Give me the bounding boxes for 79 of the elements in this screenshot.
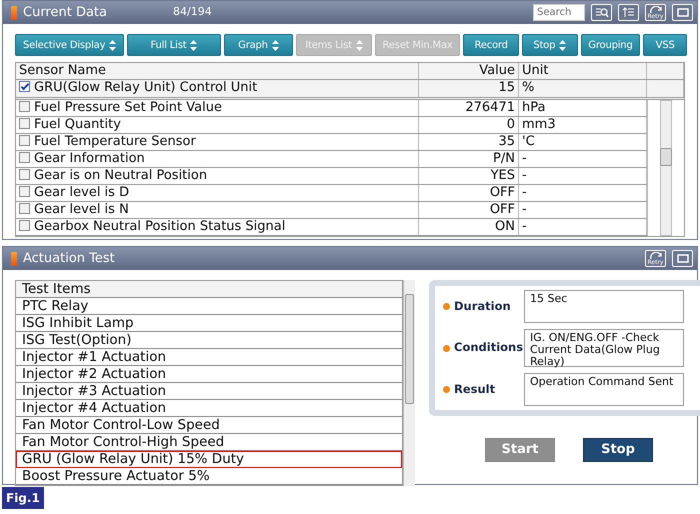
- toolbar-button[interactable]: Graph: [224, 34, 294, 56]
- test-item[interactable]: Injector #2 Actuation: [16, 366, 402, 383]
- value-cell: 0: [419, 117, 519, 133]
- checkbox[interactable]: [19, 118, 30, 129]
- toolbar-button[interactable]: Record: [463, 34, 519, 56]
- figure-label: Fig.1: [2, 487, 44, 509]
- list-icon: [622, 7, 635, 18]
- unit-cell: %: [519, 80, 647, 97]
- value-cell: ON: [419, 219, 519, 235]
- test-item[interactable]: Fan Motor Control-Low Speed: [16, 417, 402, 434]
- sensor-name-cell: Gear level is D: [16, 185, 419, 201]
- column-header: Value: [419, 63, 519, 79]
- toolbar-button[interactable]: Full List: [127, 34, 221, 56]
- sensor-name-cell: Fuel Temperature Sensor: [16, 134, 419, 150]
- list-button[interactable]: [618, 4, 639, 21]
- sensor-name-cell: Fuel Quantity: [16, 117, 419, 133]
- test-item[interactable]: ISG Test(Option): [16, 332, 402, 349]
- window-icon: [676, 254, 688, 263]
- column-header: Unit: [519, 63, 647, 79]
- toolbar-button[interactable]: VSS: [643, 34, 688, 56]
- detail-label: Result: [454, 380, 496, 398]
- sensor-name-cell: Gear level is N: [16, 202, 419, 218]
- value-cell: 15: [419, 80, 519, 97]
- test-item[interactable]: Boost Pressure Actuator 5%: [16, 468, 402, 485]
- value-cell: 35: [419, 134, 519, 150]
- detail-label: Conditions: [454, 339, 520, 356]
- detail-value-box: Operation Command Sent: [524, 373, 684, 406]
- checkbox[interactable]: [19, 220, 30, 231]
- checkbox[interactable]: [19, 101, 30, 112]
- checkbox[interactable]: [19, 203, 30, 214]
- panel-title: Current Data: [23, 4, 107, 22]
- refresh-icon: [648, 252, 662, 260]
- value-cell: 276471: [419, 100, 519, 116]
- column-header: Sensor Name: [16, 63, 419, 79]
- window-button[interactable]: [672, 250, 693, 267]
- detail-value-box: IG. ON/ENG.OFF -Check Current Data(Glow Plug Relay): [524, 329, 684, 367]
- detail-value-box: 15 Sec: [524, 290, 684, 323]
- value-cell: OFF: [419, 185, 519, 201]
- item-count: 84/194: [173, 4, 212, 20]
- panel-icon: [11, 252, 17, 266]
- test-item[interactable]: Fan Motor Control-High Speed: [16, 434, 402, 451]
- window-button[interactable]: [672, 4, 693, 21]
- panel-title: Actuation Test: [23, 250, 115, 268]
- value-cell: YES: [419, 168, 519, 184]
- list-header: Test Items: [16, 281, 402, 298]
- refresh-icon: [648, 6, 662, 14]
- bullet-icon: [443, 386, 450, 393]
- value-cell: OFF: [419, 202, 519, 218]
- checkbox[interactable]: [19, 186, 30, 197]
- sensor-name-cell: Gear Information: [16, 151, 419, 167]
- sensor-name-cell: Gear is on Neutral Position: [16, 168, 419, 184]
- sensor-name-cell: Fuel Pressure Set Point Value: [16, 100, 419, 116]
- window-icon: [676, 8, 688, 17]
- search-button[interactable]: [591, 4, 612, 21]
- test-item[interactable]: ISG Inhibit Lamp: [16, 315, 402, 332]
- bullet-icon: [443, 344, 450, 352]
- scrollbar[interactable]: [647, 100, 684, 236]
- scrollbar[interactable]: [403, 280, 415, 486]
- checkbox[interactable]: [19, 152, 30, 163]
- detail-label: Duration: [454, 298, 512, 315]
- value-cell: P/N: [419, 151, 519, 167]
- test-item[interactable]: GRU (Glow Relay Unit) 15% Duty: [16, 451, 402, 468]
- test-item[interactable]: Injector #4 Actuation: [16, 400, 402, 417]
- search-field[interactable]: Search: [533, 4, 585, 21]
- action-button[interactable]: Stop: [583, 438, 653, 462]
- checkbox[interactable]: [19, 169, 30, 180]
- bullet-icon: [443, 303, 450, 310]
- panel-icon: [11, 6, 17, 20]
- checkbox[interactable]: [19, 135, 30, 146]
- toolbar-button[interactable]: Stop: [522, 34, 578, 56]
- test-item[interactable]: Injector #1 Actuation: [16, 349, 402, 366]
- toolbar-button[interactable]: Selective Display: [15, 34, 124, 56]
- sensor-name-cell: GRU(Glow Relay Unit) Control Unit: [16, 80, 419, 97]
- search-icon: [594, 6, 608, 18]
- test-item[interactable]: Injector #3 Actuation: [16, 383, 402, 400]
- test-item[interactable]: PTC Relay: [16, 298, 402, 315]
- sensor-name-cell: Gearbox Neutral Position Status Signal: [16, 219, 419, 235]
- checkbox[interactable]: [19, 81, 30, 92]
- toolbar-button[interactable]: Grouping: [580, 34, 640, 56]
